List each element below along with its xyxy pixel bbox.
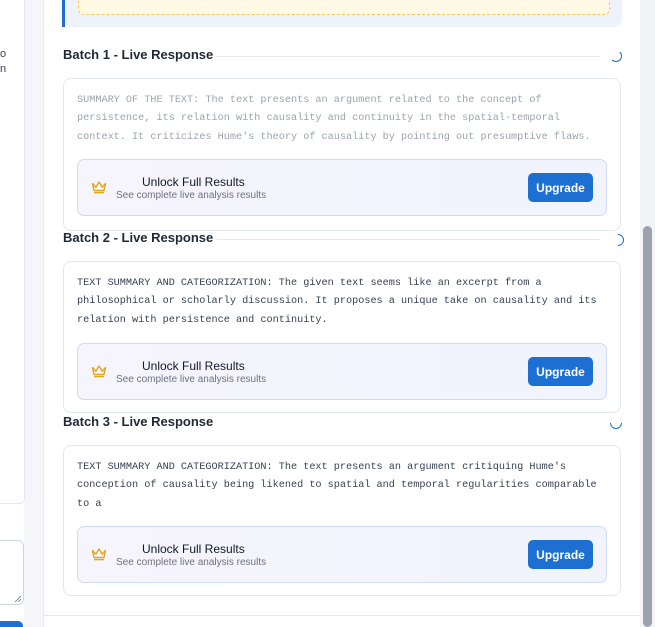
batch-title: Batch 2 - Live Response	[63, 230, 214, 245]
batch-3-card: TEXT SUMMARY AND CATEGORIZATION: The tex…	[63, 445, 621, 596]
response-text: TEXT SUMMARY AND CATEGORIZATION: The giv…	[77, 278, 597, 326]
previous-card	[62, 0, 622, 27]
batch-2-header: Batch 2 - Live Response	[63, 230, 627, 249]
batch-title: Batch 1 - Live Response	[63, 47, 214, 62]
unlock-banner: Unlock Full Results See complete live an…	[77, 159, 607, 216]
scrollbar-thumb[interactable]	[643, 226, 652, 627]
left-panel: o n	[0, 0, 25, 627]
live-response-panel: Batch 1 - Live Response SUMMARY OF THE T…	[43, 0, 641, 627]
crown-icon	[91, 548, 107, 561]
crown-icon	[91, 181, 107, 194]
batch-1-card: SUMMARY OF THE TEXT: The text presents a…	[63, 78, 621, 231]
batch-1-header: Batch 1 - Live Response	[63, 47, 623, 65]
unlock-title: Unlock Full Results	[142, 359, 245, 373]
left-submit-button[interactable]	[0, 621, 23, 627]
unlock-title: Unlock Full Results	[142, 542, 245, 556]
dashed-notice-box	[78, 0, 610, 15]
left-panel-card: o n	[0, 0, 25, 504]
crown-icon	[91, 365, 107, 378]
response-text: TEXT SUMMARY AND CATEGORIZATION: The tex…	[77, 462, 597, 510]
panel-bottom-border	[44, 615, 641, 616]
unlock-title: Unlock Full Results	[142, 175, 245, 189]
resize-grip-icon[interactable]	[14, 595, 21, 602]
upgrade-button[interactable]: Upgrade	[528, 173, 593, 202]
batch-2-card: TEXT SUMMARY AND CATEGORIZATION: The giv…	[63, 261, 621, 413]
upgrade-button[interactable]: Upgrade	[528, 540, 593, 569]
batch-3-header: Batch 3 - Live Response	[63, 414, 625, 432]
unlock-subtitle: See complete live analysis results	[116, 190, 267, 201]
upgrade-button[interactable]: Upgrade	[528, 357, 593, 386]
divider	[215, 56, 600, 57]
loading-spinner-icon	[609, 231, 627, 249]
loading-spinner-icon	[610, 50, 622, 62]
left-panel-text-line: o	[0, 48, 7, 60]
batch-title: Batch 3 - Live Response	[63, 414, 214, 429]
unlock-subtitle: See complete live analysis results	[116, 374, 267, 385]
left-textarea[interactable]	[0, 540, 24, 605]
loading-spinner-icon	[607, 414, 625, 432]
unlock-subtitle: See complete live analysis results	[116, 557, 267, 568]
left-panel-text-line: n	[0, 63, 7, 75]
unlock-banner: Unlock Full Results See complete live an…	[77, 343, 607, 400]
response-text: SUMMARY OF THE TEXT: The text presents a…	[77, 95, 591, 143]
card-accent-bar	[62, 0, 65, 27]
unlock-banner: Unlock Full Results See complete live an…	[77, 526, 607, 583]
divider	[217, 239, 600, 240]
